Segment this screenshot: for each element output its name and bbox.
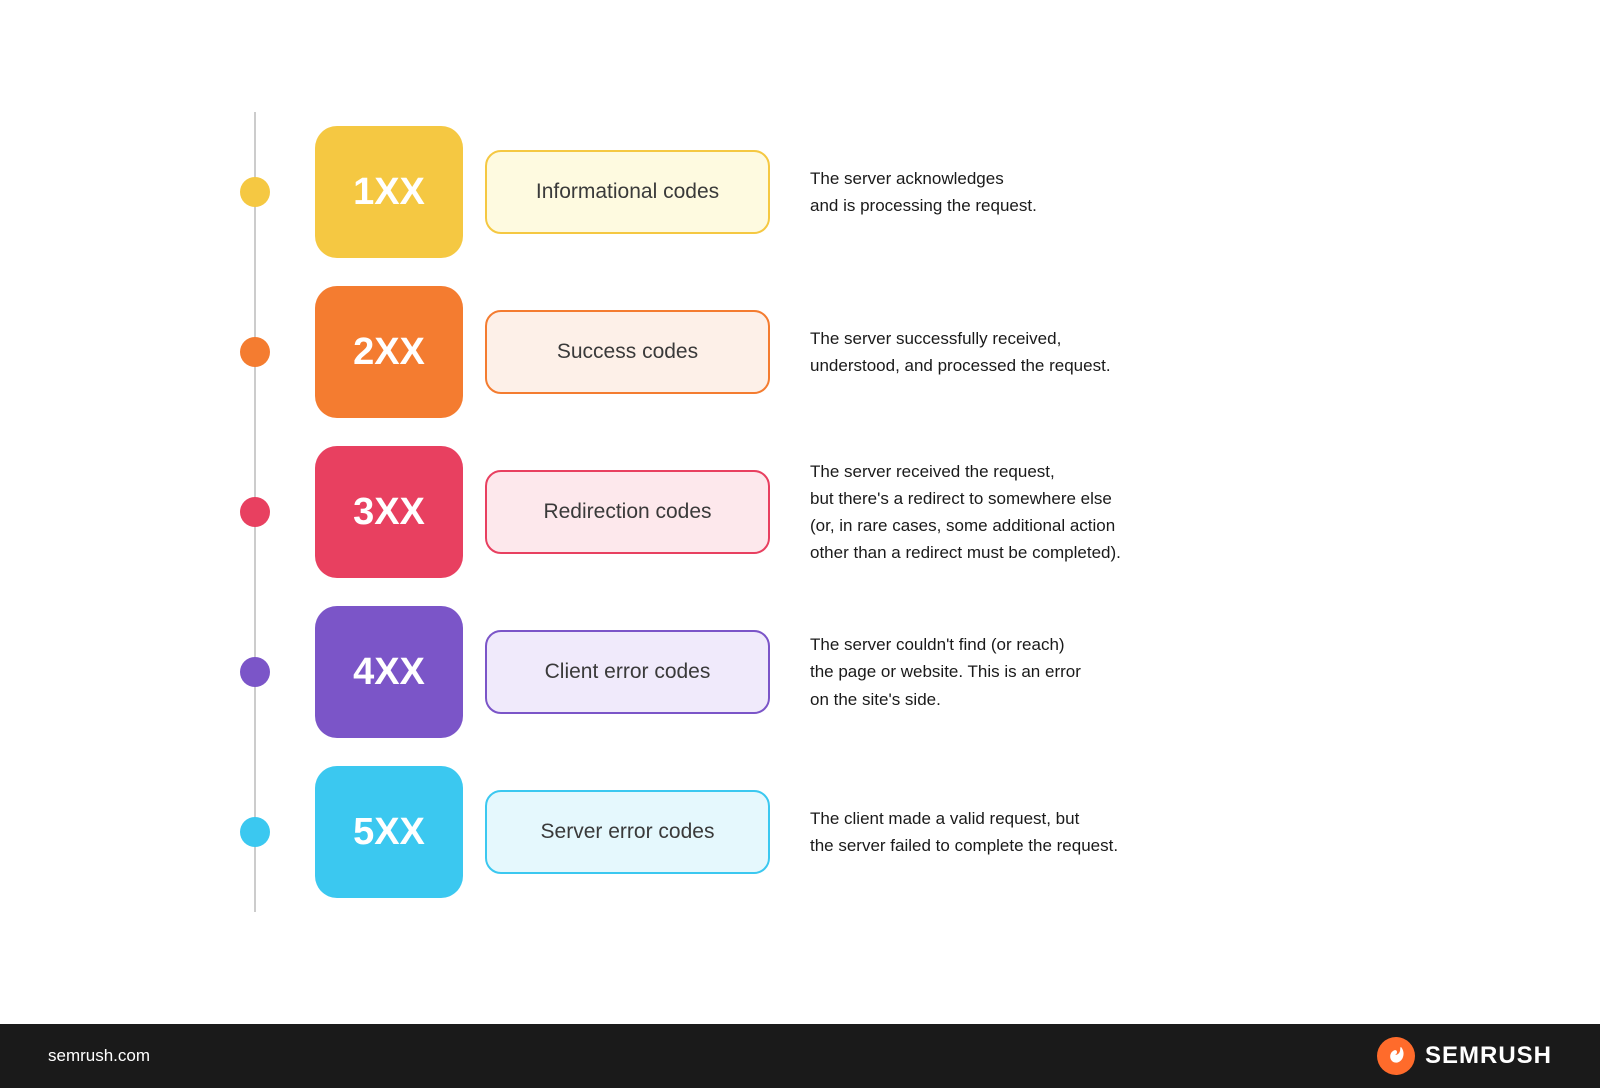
footer: semrush.com SEMRUSH	[0, 1024, 1600, 1088]
rows-container: 1XX Informational codes The server acknowl…	[315, 112, 1375, 912]
footer-url: semrush.com	[48, 1046, 150, 1066]
semrush-logo-icon	[1377, 1037, 1415, 1075]
code-box-2xx: 2XX	[315, 286, 463, 418]
label-box-3xx: Redirection codes	[485, 470, 770, 554]
row-5xx: 5XX Server error codes The client made a v…	[315, 752, 1375, 912]
label-box-5xx: Server error codes	[485, 790, 770, 874]
timeline-dot-5xx	[240, 817, 270, 847]
row-2xx: 2XX Success codes The server successfully …	[315, 272, 1375, 432]
timeline	[225, 112, 285, 912]
diagram: 1XX Informational codes The server acknowl…	[225, 112, 1375, 912]
label-box-2xx: Success codes	[485, 310, 770, 394]
description-4xx: The server couldn't find (or reach) the …	[810, 631, 1375, 713]
main-content: 1XX Informational codes The server acknowl…	[0, 0, 1600, 1024]
label-box-4xx: Client error codes	[485, 630, 770, 714]
code-box-1xx: 1XX	[315, 126, 463, 258]
row-4xx: 4XX Client error codes The server couldn't…	[315, 592, 1375, 752]
row-3xx: 3XX Redirection codes The server received …	[315, 432, 1375, 592]
description-1xx: The server acknowledges and is processin…	[810, 165, 1375, 219]
description-3xx: The server received the request, but the…	[810, 458, 1375, 567]
label-box-1xx: Informational codes	[485, 150, 770, 234]
row-1xx: 1XX Informational codes The server acknowl…	[315, 112, 1375, 272]
description-2xx: The server successfully received, unders…	[810, 325, 1375, 379]
semrush-brand-name: SEMRUSH	[1425, 1042, 1552, 1070]
code-box-4xx: 4XX	[315, 606, 463, 738]
footer-logo: SEMRUSH	[1377, 1037, 1552, 1075]
timeline-dot-3xx	[240, 497, 270, 527]
timeline-dot-1xx	[240, 177, 270, 207]
description-5xx: The client made a valid request, but the…	[810, 805, 1375, 859]
code-box-5xx: 5XX	[315, 766, 463, 898]
timeline-dot-4xx	[240, 657, 270, 687]
timeline-dot-2xx	[240, 337, 270, 367]
code-box-3xx: 3XX	[315, 446, 463, 578]
